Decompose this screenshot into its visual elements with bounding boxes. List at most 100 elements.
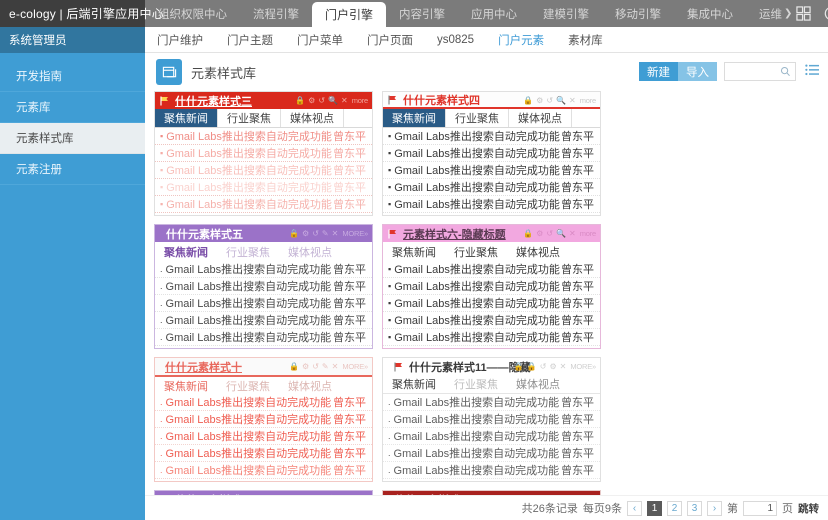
list-item[interactable]: . Gmail Labs推出搜索自动完成功能 曾东平: [155, 462, 372, 479]
style-card-4[interactable]: 什什元素样式十 🔒 ⚙ ↺ ✎ ✕ MORE» 聚焦新闻 行业聚焦 媒体视点 .…: [154, 357, 373, 482]
card-tab-0[interactable]: 聚焦新闻: [155, 109, 217, 127]
list-item[interactable]: ▪ Gmail Labs推出搜索自动完成功能 曾东平: [383, 295, 600, 312]
list-item[interactable]: ▪ Gmail Labs推出搜索自动完成功能 曾东平: [383, 162, 600, 179]
sidebar-item-element-style-library[interactable]: 元素样式库: [0, 123, 145, 154]
topnav-item-6[interactable]: 移动引擎: [602, 0, 674, 27]
card-tab-2[interactable]: 媒体视点: [509, 109, 572, 127]
card-tab-1[interactable]: 行业聚焦: [445, 375, 507, 393]
card-tab-1[interactable]: 行业聚焦: [445, 242, 507, 261]
list-item[interactable]: ▪ Gmail Labs推出搜索自动完成功能 曾东平: [383, 278, 600, 295]
list-item[interactable]: . Gmail Labs推出搜索自动完成功能 曾东平: [155, 411, 372, 428]
list-item[interactable]: ▪ Gmail Labs推出搜索自动完成功能 曾东平: [383, 128, 600, 145]
close-icon[interactable]: ✕: [569, 96, 576, 105]
card-tab-0[interactable]: 聚焦新闻: [383, 109, 445, 127]
refresh-icon[interactable]: ↺: [312, 362, 319, 371]
page-button-1[interactable]: 1: [647, 500, 662, 516]
refresh-icon[interactable]: ↺: [546, 229, 553, 238]
list-item[interactable]: ▪ Gmail Labs推出搜索自动完成功能 曾东平: [383, 179, 600, 196]
more-label[interactable]: MORE»: [342, 362, 368, 371]
list-item[interactable]: . Gmail Labs推出搜索自动完成功能 曾东平: [155, 312, 372, 329]
card-tab-2[interactable]: 媒体视点: [507, 242, 569, 261]
card-tab-0[interactable]: 聚焦新闻: [383, 242, 445, 261]
lock-icon[interactable]: 🔒: [289, 229, 299, 238]
lock-icon[interactable]: 🔒: [523, 229, 533, 238]
lock-icon[interactable]: 🔒: [514, 362, 524, 371]
list-item[interactable]: . Gmail Labs推出搜索自动完成功能 曾东平: [383, 428, 600, 445]
card-tab-2[interactable]: 媒体视点: [281, 109, 344, 127]
list-item[interactable]: . Gmail Labs推出搜索自动完成功能 曾东平: [155, 445, 372, 462]
list-item[interactable]: . Gmail Labs推出搜索自动完成功能 曾东平: [155, 329, 372, 346]
list-item[interactable]: . Gmail Labs推出搜索自动完成功能 曾东平: [383, 445, 600, 462]
list-item[interactable]: . Gmail Labs推出搜索自动完成功能 曾东平: [383, 462, 600, 479]
refresh-icon[interactable]: ↺: [546, 96, 553, 105]
card-tab-0[interactable]: 聚焦新闻: [155, 377, 217, 394]
card-tab-1[interactable]: 行业聚焦: [217, 377, 279, 394]
subnav-item-4[interactable]: ys0825: [425, 34, 486, 46]
list-item[interactable]: . Gmail Labs推出搜索自动完成功能 曾东平: [155, 295, 372, 312]
unlock-icon[interactable]: 🔒: [527, 362, 537, 371]
more-label[interactable]: more: [580, 96, 597, 105]
subnav-item-5[interactable]: 门户元素: [486, 32, 556, 48]
list-item[interactable]: ▪ Gmail Labs推出搜索自动完成功能 曾东平: [383, 145, 600, 162]
card-tab-1[interactable]: 行业聚焦: [217, 242, 279, 261]
refresh-icon[interactable]: ↺: [318, 96, 325, 105]
sidebar-item-element-register[interactable]: 元素注册: [0, 154, 145, 185]
list-item[interactable]: ▪ Gmail Labs推出搜索自动完成功能 曾东平: [155, 196, 372, 213]
topnav-item-0[interactable]: 组织权限中心: [145, 0, 240, 27]
wrench-icon[interactable]: 🔍: [328, 96, 338, 105]
card-tab-1[interactable]: 行业聚焦: [445, 109, 509, 127]
apps-grid-icon[interactable]: [796, 6, 812, 21]
sidebar-item-element-library[interactable]: 元素库: [0, 92, 145, 123]
list-item[interactable]: . Gmail Labs推出搜索自动完成功能 曾东平: [155, 261, 372, 278]
topnav-item-7[interactable]: 集成中心: [674, 0, 746, 27]
wrench-icon[interactable]: ⚙: [549, 362, 556, 371]
list-item[interactable]: . Gmail Labs推出搜索自动完成功能 曾东平: [155, 278, 372, 295]
list-item[interactable]: ▪ Gmail Labs推出搜索自动完成功能 曾东平: [155, 128, 372, 145]
list-item[interactable]: . Gmail Labs推出搜索自动完成功能 曾东平: [155, 394, 372, 411]
unlock-icon[interactable]: ⚙: [536, 229, 543, 238]
wrench-icon[interactable]: 🔍: [556, 96, 566, 105]
search-box[interactable]: [724, 62, 796, 81]
style-card-2[interactable]: 什什元素样式五 🔒 ⚙ ↺ ✎ ✕ MORE» 聚焦新闻 行业聚焦 媒体视点 .…: [154, 224, 373, 349]
prev-page-button[interactable]: ‹: [627, 500, 642, 516]
page-button-2[interactable]: 2: [667, 500, 682, 516]
refresh-icon[interactable]: ↺: [312, 229, 319, 238]
search-icon[interactable]: [780, 66, 791, 80]
subnav-item-3[interactable]: 门户页面: [355, 32, 425, 48]
list-item[interactable]: ▪ Gmail Labs推出搜索自动完成功能 曾东平: [155, 179, 372, 196]
list-item[interactable]: ▪ Gmail Labs推出搜索自动完成功能 曾东平: [383, 329, 600, 346]
unlock-icon[interactable]: ⚙: [536, 96, 543, 105]
unlock-icon[interactable]: ⚙: [302, 362, 309, 371]
refresh-icon[interactable]: ↺: [540, 362, 547, 371]
chevron-right-icon[interactable]: ❯: [784, 0, 796, 27]
unlock-icon[interactable]: ⚙: [302, 229, 309, 238]
subnav-item-1[interactable]: 门户主题: [215, 32, 285, 48]
card-tab-0[interactable]: 聚焦新闻: [383, 375, 445, 393]
style-card-1[interactable]: 什什元素样式四 🔒 ⚙ ↺ 🔍 ✕ more 聚焦新闻 行业聚焦 媒体视点 ▪ …: [382, 91, 601, 216]
style-card-0[interactable]: 什什元素样式三 🔒 ⚙ ↺ 🔍 ✕ more 聚焦新闻 行业聚焦 媒体视点 ▪ …: [154, 91, 373, 216]
topnav-item-5[interactable]: 建模引擎: [530, 0, 602, 27]
card-tab-2[interactable]: 媒体视点: [279, 242, 341, 261]
more-label[interactable]: more: [352, 96, 369, 105]
topnav-item-8[interactable]: 运维: [746, 0, 784, 27]
chat-smiley-icon[interactable]: [824, 6, 828, 21]
style-card-5[interactable]: 什什元素样式11——隐藏 🔒 🔒 ↺ ⚙ ✕ MORE» 聚焦新闻 行业聚焦 媒…: [382, 357, 601, 482]
topnav-item-3[interactable]: 内容引擎: [386, 0, 458, 27]
subnav-item-2[interactable]: 门户菜单: [285, 32, 355, 48]
close-icon[interactable]: ✕: [569, 229, 576, 238]
topnav-item-2[interactable]: 门户引擎: [312, 2, 387, 27]
lock-icon[interactable]: 🔒: [295, 96, 305, 105]
card-tab-0[interactable]: 聚焦新闻: [155, 242, 217, 261]
sidebar-item-dev-guide[interactable]: 开发指南: [0, 61, 145, 92]
new-button[interactable]: 新建: [639, 62, 678, 81]
jump-button[interactable]: 跳转: [798, 501, 819, 516]
close-icon[interactable]: ✕: [332, 362, 339, 371]
list-item[interactable]: . Gmail Labs推出搜索自动完成功能 曾东平: [155, 428, 372, 445]
list-item[interactable]: ▪ Gmail Labs推出搜索自动完成功能 曾东平: [383, 196, 600, 213]
more-label[interactable]: more: [580, 229, 597, 238]
page-button-3[interactable]: 3: [687, 500, 702, 516]
close-icon[interactable]: ✕: [332, 229, 339, 238]
more-label[interactable]: MORE»: [570, 362, 596, 371]
topnav-item-1[interactable]: 流程引擎: [240, 0, 312, 27]
list-view-icon[interactable]: [805, 64, 819, 79]
